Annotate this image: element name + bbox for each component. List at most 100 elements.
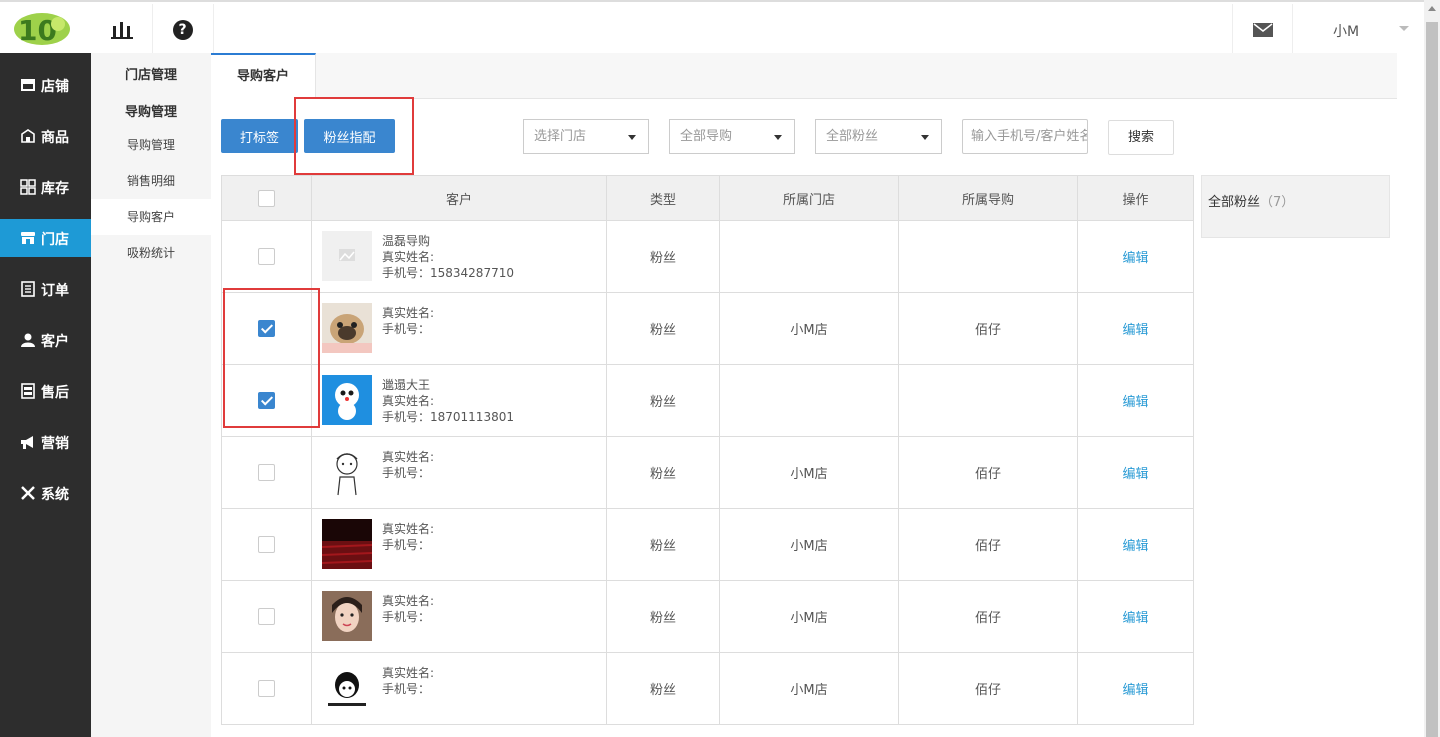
logo[interactable]: 10 [0,4,91,55]
customer-info: 真实姓名: 手机号： [382,665,434,697]
column-header-customer: 客户 [311,175,607,221]
sub-item-guide-customers[interactable]: 导购客户 [91,199,211,235]
row-checkbox-cell [221,652,312,725]
column-header-guide: 所属导购 [898,175,1078,221]
column-header-type: 类型 [606,175,720,221]
system-icon [21,486,35,500]
user-menu[interactable]: 小M [1292,4,1424,55]
scroll-up-icon[interactable] [1428,6,1436,11]
store-cell [719,220,899,293]
edit-link[interactable]: 编辑 [1122,539,1148,554]
guide-cell [898,220,1078,293]
row-checkbox-cell [221,580,312,653]
customer-cell: 真实姓名: 手机号： [311,436,607,509]
inventory-icon [20,179,36,195]
table-row: 真实姓名: 手机号： 粉丝 小M店 佰仔 编辑 [221,436,1194,509]
tag-button[interactable]: 打标签 [221,119,298,153]
store-cell: 小M店 [719,652,899,725]
table-row: 真实姓名: 手机号： 粉丝 小M店 佰仔 编辑 [221,292,1194,365]
customer-phone: 手机号：18701113801 [382,410,514,424]
guide-select-value: 全部导购 [680,129,733,144]
chart-icon[interactable] [91,4,153,55]
mail-icon[interactable] [1232,4,1292,55]
row-checkbox-cell [221,220,312,293]
sub-item-sales-detail[interactable]: 销售明细 [91,163,211,199]
type-cell: 粉丝 [606,220,720,293]
select-all-checkbox[interactable] [258,189,275,207]
search-button[interactable]: 搜索 [1108,120,1174,155]
search-input[interactable]: 输入手机号/客户姓名 [962,119,1088,154]
goods-icon [21,129,35,143]
customer-real-name: 真实姓名: [382,394,435,408]
type-cell: 粉丝 [606,580,720,653]
row-checkbox[interactable] [258,680,275,697]
customer-cell: 邋遢大王 真实姓名: 手机号：18701113801 [311,364,607,437]
sidebar-item-marketing[interactable]: 营销 [0,423,91,461]
type-cell: 粉丝 [606,292,720,365]
table-header-row: 客户 类型 所属门店 所属导购 操作 [221,175,1194,221]
aftersale-icon [21,383,35,399]
customer-cell: 真实姓名: 手机号： [311,508,607,581]
fans-select[interactable]: 全部粉丝 [815,119,942,154]
caret-down-icon [628,135,636,140]
sidebar-item-customer[interactable]: 客户 [0,321,91,359]
row-checkbox[interactable] [258,608,275,625]
sub-heading-guide-management[interactable]: 导购管理 [91,101,211,120]
customer-info: 真实姓名: 手机号： [382,521,434,553]
table-row: 邋遢大王 真实姓名: 手机号：18701113801 粉丝 编辑 [221,364,1194,437]
guide-cell: 佰仔 [898,652,1078,725]
sidebar-item-store[interactable]: 店铺 [0,66,91,104]
sub-item-fan-stats[interactable]: 吸粉统计 [91,235,211,271]
sub-heading-store-management[interactable]: 门店管理 [91,64,211,83]
sidebar-item-aftersale[interactable]: 售后 [0,372,91,410]
row-checkbox[interactable] [258,464,275,481]
avatar [322,303,372,353]
store-cell: 小M店 [719,292,899,365]
sub-item-guide-management[interactable]: 导购管理 [91,127,211,163]
sidebar-item-label: 系统 [41,487,69,503]
highlight-box-checked-rows [223,288,320,428]
customer-nickname: 邋遢大王 [382,378,431,392]
customer-phone: 手机号： [382,682,431,696]
edit-link[interactable]: 编辑 [1122,683,1148,698]
guide-cell: 佰仔 [898,508,1078,581]
customer-real-name: 真实姓名: [382,306,435,320]
scrollbar-thumb[interactable] [1426,22,1438,737]
customer-icon [21,333,35,347]
edit-link[interactable]: 编辑 [1122,611,1148,626]
tab-guide-customers[interactable]: 导购客户 [211,53,316,99]
sidebar-item-label: 商品 [41,130,69,146]
store-cell: 小M店 [719,580,899,653]
avatar [322,375,372,425]
fans-summary-panel[interactable]: 全部粉丝（7） [1201,175,1390,238]
row-checkbox[interactable] [258,536,275,553]
customer-phone: 手机号： [382,538,431,552]
row-checkbox[interactable] [258,248,275,265]
sidebar-item-system[interactable]: 系统 [0,474,91,512]
guide-select[interactable]: 全部导购 [669,119,795,154]
avatar [322,591,372,641]
sidebar-item-label: 订单 [41,283,69,299]
edit-link[interactable]: 编辑 [1122,395,1148,410]
action-cell: 编辑 [1077,580,1194,653]
store-cell [719,364,899,437]
sidebar-item-order[interactable]: 订单 [0,270,91,308]
guide-cell: 佰仔 [898,580,1078,653]
type-cell: 粉丝 [606,508,720,581]
action-cell: 编辑 [1077,220,1194,293]
avatar [322,231,372,281]
store-select[interactable]: 选择门店 [523,119,649,154]
edit-link[interactable]: 编辑 [1122,251,1148,266]
sidebar-item-goods[interactable]: 商品 [0,117,91,155]
column-header-store: 所属门店 [719,175,899,221]
top-bar: 10 ? 小M [0,0,1424,55]
customer-real-name: 真实姓名: [382,522,435,536]
sidebar-item-inventory[interactable]: 库存 [0,168,91,206]
help-button[interactable]: ? [152,4,214,55]
edit-link[interactable]: 编辑 [1122,467,1148,482]
edit-link[interactable]: 编辑 [1122,323,1148,338]
sidebar-item-label: 售后 [41,385,69,401]
sidebar-item-shop[interactable]: 门店 [0,219,91,257]
action-cell: 编辑 [1077,364,1194,437]
customer-real-name: 真实姓名: [382,450,435,464]
